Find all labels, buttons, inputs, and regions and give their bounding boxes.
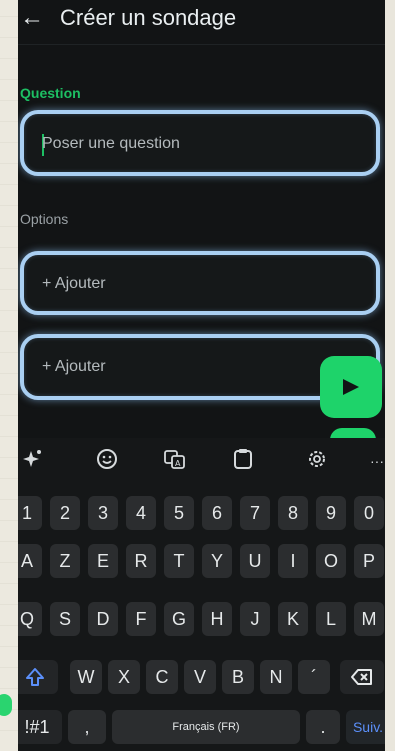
green-tab-edge: [0, 694, 12, 716]
key-a[interactable]: A: [18, 544, 42, 578]
space-key[interactable]: Français (FR): [112, 710, 300, 744]
background-strip-left: [0, 0, 18, 751]
key-7[interactable]: 7: [240, 496, 270, 530]
key-1[interactable]: 1: [18, 496, 42, 530]
key-y[interactable]: Y: [202, 544, 232, 578]
keyboard-toolbar: A ···: [18, 438, 385, 484]
key-v[interactable]: V: [184, 660, 216, 694]
key-0[interactable]: 0: [354, 496, 384, 530]
key-m[interactable]: M: [354, 602, 384, 636]
key-x[interactable]: X: [108, 660, 140, 694]
sparkle-icon[interactable]: [20, 448, 46, 474]
symbols-key[interactable]: !#1: [18, 710, 62, 744]
key-r[interactable]: R: [126, 544, 156, 578]
key-s[interactable]: S: [50, 602, 80, 636]
question-placeholder: Poser une question: [42, 135, 180, 152]
comma-key[interactable]: ,: [68, 710, 106, 744]
shift-key[interactable]: [18, 660, 58, 694]
key-2[interactable]: 2: [50, 496, 80, 530]
send-arrow-icon: [343, 379, 359, 395]
key-j[interactable]: J: [240, 602, 270, 636]
send-button[interactable]: [320, 356, 382, 418]
emoji-icon[interactable]: [94, 448, 120, 474]
backspace-key[interactable]: [340, 660, 384, 694]
key-9[interactable]: 9: [316, 496, 346, 530]
option-input-1[interactable]: + Ajouter: [20, 251, 380, 315]
question-label: Question: [20, 85, 81, 101]
key-h[interactable]: H: [202, 602, 232, 636]
settings-icon[interactable]: [304, 448, 330, 474]
options-label: Options: [20, 211, 69, 227]
option-2-placeholder: + Ajouter: [42, 358, 106, 375]
clipboard-icon[interactable]: [230, 448, 256, 474]
key-g[interactable]: G: [164, 602, 194, 636]
key-o[interactable]: O: [316, 544, 346, 578]
period-key[interactable]: .: [306, 710, 340, 744]
key-i[interactable]: I: [278, 544, 308, 578]
shift-arrow-icon: [26, 668, 44, 686]
translate-icon[interactable]: A: [162, 448, 188, 474]
key-b[interactable]: B: [222, 660, 254, 694]
svg-text:A: A: [175, 459, 181, 468]
header-divider: [18, 44, 385, 45]
backspace-icon: [351, 669, 372, 685]
key-accent[interactable]: ´: [298, 660, 330, 694]
key-e[interactable]: E: [88, 544, 118, 578]
key-c[interactable]: C: [146, 660, 178, 694]
key-q[interactable]: Q: [18, 602, 42, 636]
key-f[interactable]: F: [126, 602, 156, 636]
key-l[interactable]: L: [316, 602, 346, 636]
background-strip-right: [385, 0, 395, 751]
key-u[interactable]: U: [240, 544, 270, 578]
key-t[interactable]: T: [164, 544, 194, 578]
question-input[interactable]: Poser une question: [20, 110, 380, 176]
key-5[interactable]: 5: [164, 496, 194, 530]
key-z[interactable]: Z: [50, 544, 80, 578]
key-6[interactable]: 6: [202, 496, 232, 530]
key-k[interactable]: K: [278, 602, 308, 636]
option-1-placeholder: + Ajouter: [42, 275, 106, 292]
key-8[interactable]: 8: [278, 496, 308, 530]
page-title: Créer un sondage: [60, 5, 237, 30]
key-4[interactable]: 4: [126, 496, 156, 530]
key-p[interactable]: P: [354, 544, 384, 578]
key-n[interactable]: N: [260, 660, 292, 694]
next-key[interactable]: Suiv.: [346, 710, 385, 744]
onscreen-keyboard: A ··· 1 2 3 4 5 6 7 8 9 0 A Z E R T Y U …: [18, 438, 385, 751]
back-arrow-icon[interactable]: ←: [20, 4, 44, 32]
poll-screen: ← Créer un sondage Question Poser une qu…: [18, 0, 385, 751]
key-w[interactable]: W: [70, 660, 102, 694]
key-d[interactable]: D: [88, 602, 118, 636]
app-header: ← Créer un sondage: [18, 0, 385, 44]
more-icon[interactable]: ···: [364, 448, 385, 474]
key-3[interactable]: 3: [88, 496, 118, 530]
